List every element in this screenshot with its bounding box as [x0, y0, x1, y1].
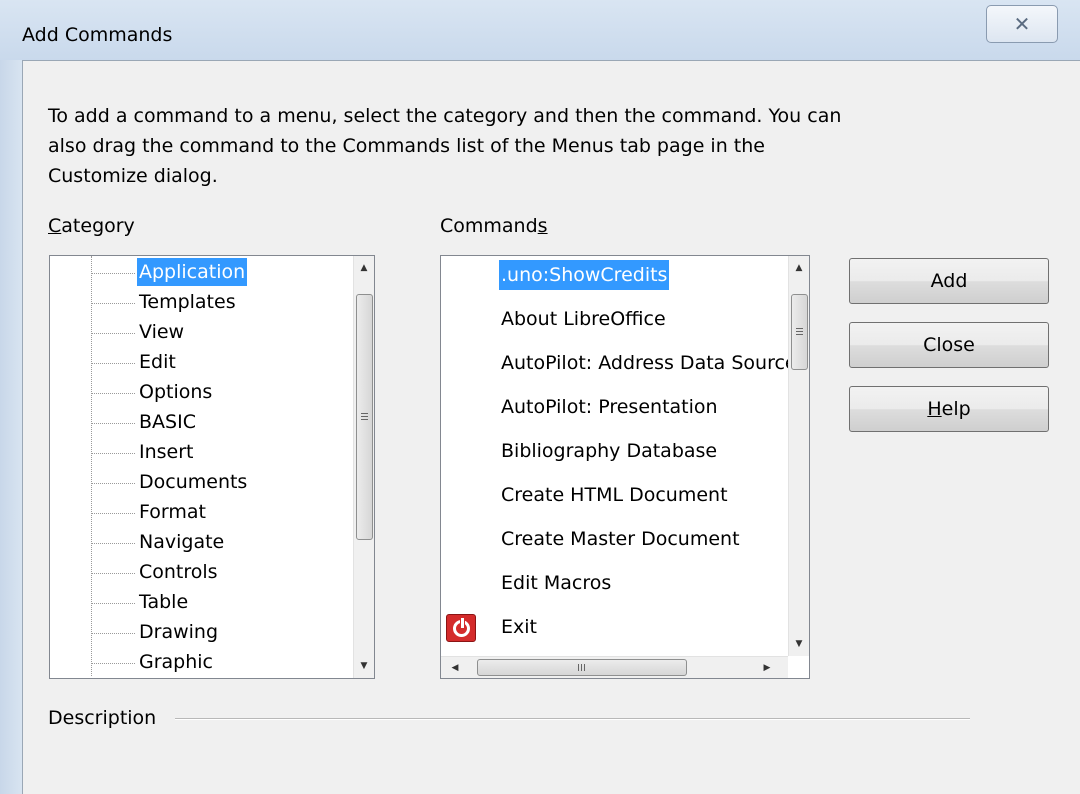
command-item[interactable]: AutoPilot: Presentation — [499, 392, 720, 422]
command-item[interactable]: .uno:ShowCredits — [499, 260, 670, 290]
dialog-window: Add Commands ✕ To add a command to a men… — [0, 0, 1080, 794]
tree-connector — [91, 303, 135, 304]
scroll-left-icon[interactable]: ◀ — [445, 658, 465, 678]
tree-connector — [91, 633, 135, 634]
title-bar: Add Commands ✕ — [0, 0, 1080, 60]
scroll-right-icon[interactable]: ▶ — [757, 658, 777, 678]
dialog-body: To add a command to a menu, select the c… — [22, 60, 1080, 794]
scroll-thumb[interactable] — [356, 294, 373, 540]
close-button[interactable]: Close — [849, 322, 1049, 368]
command-item[interactable]: Create HTML Document — [499, 480, 730, 510]
tree-connector — [91, 273, 135, 274]
description-label: Description — [48, 707, 157, 729]
scroll-thumb[interactable] — [791, 294, 808, 370]
scroll-down-icon[interactable]: ▼ — [354, 656, 374, 676]
tree-connector — [91, 363, 135, 364]
add-button[interactable]: Add — [849, 258, 1049, 304]
intro-text: To add a command to a menu, select the c… — [48, 105, 842, 187]
command-item[interactable]: Bibliography Database — [499, 436, 719, 466]
category-item[interactable]: Table — [137, 588, 190, 616]
category-item[interactable]: Options — [137, 378, 214, 406]
scroll-down-icon[interactable]: ▼ — [789, 634, 809, 654]
category-item[interactable]: BASIC — [137, 408, 198, 436]
category-item[interactable]: Format — [137, 498, 208, 526]
power-icon — [446, 614, 476, 642]
scroll-thumb[interactable] — [477, 659, 687, 676]
tree-connector — [91, 603, 135, 604]
command-item[interactable]: Create Master Document — [499, 524, 742, 554]
command-item[interactable]: About LibreOffice — [499, 304, 668, 334]
commands-label: Commands — [440, 215, 548, 237]
category-item[interactable]: Drawing — [137, 618, 220, 646]
category-item[interactable]: Application — [137, 258, 248, 286]
category-item[interactable]: Controls — [137, 558, 220, 586]
window-title: Add Commands — [22, 24, 173, 46]
tree-connector — [91, 256, 92, 676]
category-tree[interactable]: Application Templates View Edit Options BASIC… — [49, 255, 375, 679]
commands-hscrollbar[interactable]: ◀ ▶ — [441, 656, 788, 678]
category-item[interactable]: Edit — [137, 348, 178, 376]
scroll-up-icon[interactable]: ▲ — [789, 258, 809, 278]
category-label: Category — [48, 215, 135, 237]
command-item[interactable]: AutoPilot: Address Data Source — [499, 348, 799, 378]
command-item[interactable]: Edit Macros — [499, 568, 613, 598]
help-button[interactable]: Help — [849, 386, 1049, 432]
command-item[interactable]: Exit — [499, 612, 539, 642]
category-item[interactable]: View — [137, 318, 186, 346]
category-item[interactable]: Insert — [137, 438, 196, 466]
commands-vscrollbar[interactable]: ▲ ▼ — [788, 256, 809, 656]
tree-connector — [91, 393, 135, 394]
tree-connector — [91, 333, 135, 334]
category-item[interactable]: Graphic — [137, 648, 215, 676]
category-item[interactable]: Templates — [137, 288, 238, 316]
tree-connector — [91, 453, 135, 454]
tree-connector — [91, 483, 135, 484]
description-divider — [175, 718, 970, 720]
tree-connector — [91, 513, 135, 514]
commands-list[interactable]: .uno:ShowCredits About LibreOffice AutoPil… — [440, 255, 810, 679]
tree-connector — [91, 543, 135, 544]
category-scrollbar[interactable]: ▲ ▼ — [353, 256, 374, 678]
tree-connector — [91, 573, 135, 574]
category-item[interactable]: Documents — [137, 468, 249, 496]
scroll-up-icon[interactable]: ▲ — [354, 258, 374, 278]
category-item[interactable]: Navigate — [137, 528, 226, 556]
tree-connector — [91, 663, 135, 664]
tree-connector — [91, 423, 135, 424]
close-window-button[interactable]: ✕ — [986, 5, 1058, 43]
close-icon: ✕ — [1013, 12, 1031, 36]
window-border — [0, 60, 22, 794]
